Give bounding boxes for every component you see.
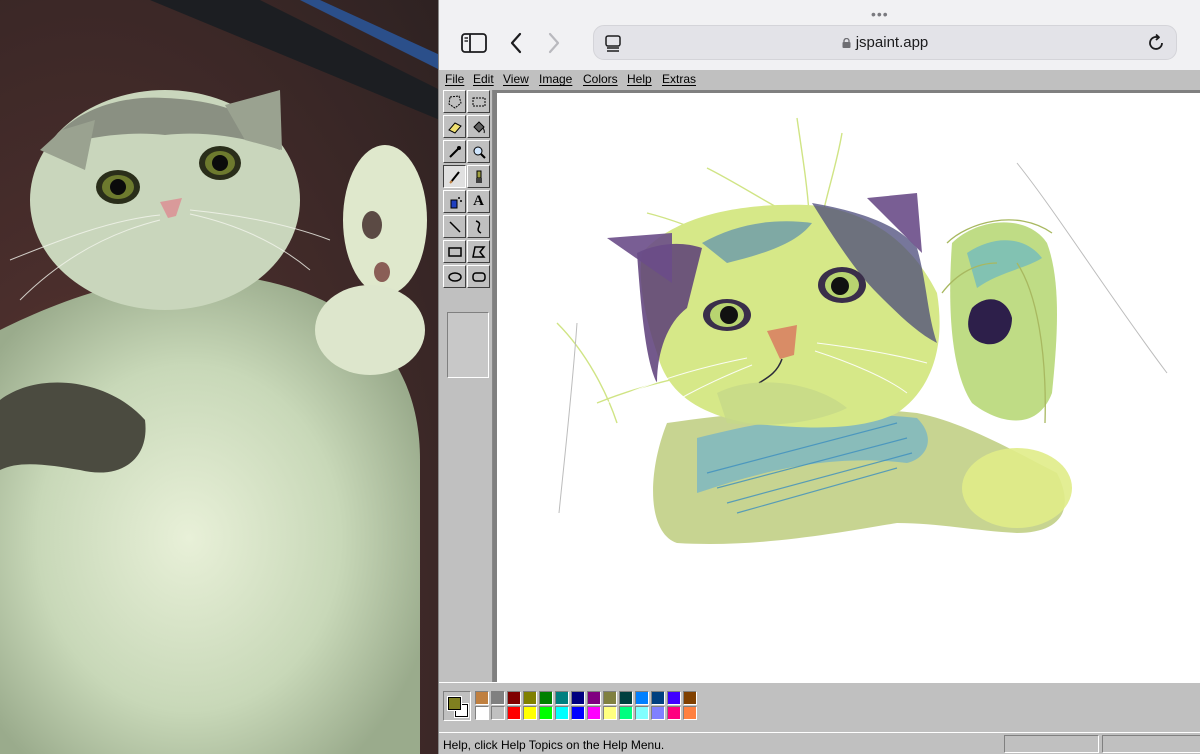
status-position-pane bbox=[1004, 735, 1099, 753]
palette-swatch[interactable] bbox=[491, 706, 505, 720]
brush-icon bbox=[475, 170, 482, 183]
palette-swatch[interactable] bbox=[619, 691, 633, 705]
palette-swatch[interactable] bbox=[571, 706, 585, 720]
menu-extras[interactable]: Extras bbox=[662, 72, 696, 86]
menu-file[interactable]: File bbox=[445, 72, 464, 86]
eraser-icon bbox=[447, 121, 462, 134]
address-bar[interactable]: jspaint.app bbox=[593, 25, 1177, 60]
sidebar-toggle-button[interactable] bbox=[459, 28, 489, 58]
rectangle-icon bbox=[447, 246, 462, 257]
eraser-tool[interactable] bbox=[443, 115, 466, 138]
fill-bucket-icon bbox=[472, 120, 485, 133]
palette-swatch[interactable] bbox=[651, 706, 665, 720]
palette-swatch[interactable] bbox=[539, 706, 553, 720]
polygon-icon bbox=[471, 245, 486, 258]
palette-swatch[interactable] bbox=[523, 691, 537, 705]
palette-swatch[interactable] bbox=[475, 706, 489, 720]
select-icon bbox=[472, 97, 485, 106]
menu-help[interactable]: Help bbox=[627, 72, 652, 86]
window-grabber[interactable]: ••• bbox=[871, 6, 889, 22]
rounded-rectangle-tool[interactable] bbox=[467, 265, 490, 288]
free-form-select-tool[interactable] bbox=[443, 90, 466, 113]
text-tool[interactable]: A bbox=[467, 190, 490, 213]
chevron-right-icon bbox=[548, 32, 560, 54]
menu-colors[interactable]: Colors bbox=[583, 72, 618, 86]
fill-tool[interactable] bbox=[467, 115, 490, 138]
canvas-area bbox=[493, 90, 1200, 682]
status-bar: Help, click Help Topics on the Help Menu… bbox=[439, 732, 1200, 754]
line-tool[interactable] bbox=[443, 215, 466, 238]
curve-icon bbox=[475, 219, 481, 234]
palette-swatch[interactable] bbox=[507, 691, 521, 705]
palette-swatch[interactable] bbox=[603, 706, 617, 720]
palette-swatch[interactable] bbox=[523, 706, 537, 720]
menu-bar: File Edit View Image Colors Help Extras bbox=[439, 70, 1200, 88]
status-text: Help, click Help Topics on the Help Menu… bbox=[443, 738, 665, 752]
palette-swatch[interactable] bbox=[667, 691, 681, 705]
palette-swatch[interactable] bbox=[603, 691, 617, 705]
browser-window: ••• jspaint.app File Edit View Image Col… bbox=[438, 0, 1200, 754]
menu-edit[interactable]: Edit bbox=[473, 72, 494, 86]
palette-swatch[interactable] bbox=[683, 706, 697, 720]
palette-swatch[interactable] bbox=[555, 706, 569, 720]
palette-swatch[interactable] bbox=[635, 706, 649, 720]
palette-swatch[interactable] bbox=[587, 691, 601, 705]
free-form-select-icon bbox=[447, 94, 462, 109]
toolbox: A bbox=[441, 90, 493, 682]
drawing-canvas[interactable] bbox=[497, 93, 1200, 682]
palette-swatch[interactable] bbox=[571, 691, 585, 705]
polygon-tool[interactable] bbox=[467, 240, 490, 263]
pick-color-tool[interactable] bbox=[443, 140, 466, 163]
palette-swatch[interactable] bbox=[507, 706, 521, 720]
menu-view[interactable]: View bbox=[503, 72, 529, 86]
cat-photo bbox=[0, 0, 440, 754]
palette-swatch[interactable] bbox=[475, 691, 489, 705]
screen: ••• jspaint.app File Edit View Image Col… bbox=[0, 0, 1200, 754]
palette-swatch[interactable] bbox=[539, 691, 553, 705]
palette-swatch[interactable] bbox=[635, 691, 649, 705]
palette-swatch[interactable] bbox=[619, 706, 633, 720]
palette-swatch[interactable] bbox=[555, 691, 569, 705]
ellipse-icon bbox=[447, 271, 462, 282]
back-button[interactable] bbox=[501, 28, 531, 58]
menu-image[interactable]: Image bbox=[539, 72, 572, 86]
palette-swatch[interactable] bbox=[667, 706, 681, 720]
palette-swatch[interactable] bbox=[651, 691, 665, 705]
url-text: jspaint.app bbox=[855, 34, 929, 51]
url-field[interactable]: jspaint.app bbox=[594, 34, 1176, 51]
current-colors[interactable] bbox=[443, 691, 471, 721]
palette-swatch[interactable] bbox=[587, 706, 601, 720]
lock-icon bbox=[842, 38, 851, 48]
palette-swatch[interactable] bbox=[491, 691, 505, 705]
magnifier-icon bbox=[473, 146, 486, 159]
forward-button[interactable] bbox=[539, 28, 569, 58]
pencil-icon bbox=[448, 170, 460, 184]
tool-options-panel[interactable] bbox=[447, 312, 489, 378]
palette-swatch[interactable] bbox=[683, 691, 697, 705]
curve-tool[interactable] bbox=[467, 215, 490, 238]
text-icon: A bbox=[473, 193, 484, 209]
sidebar-icon bbox=[461, 33, 487, 53]
color-box bbox=[439, 682, 1200, 732]
airbrush-tool[interactable] bbox=[443, 190, 466, 213]
foreground-color-swatch[interactable] bbox=[447, 696, 462, 711]
ellipse-tool[interactable] bbox=[443, 265, 466, 288]
brush-tool[interactable] bbox=[467, 165, 490, 188]
reload-icon[interactable] bbox=[1146, 33, 1166, 53]
rectangle-tool[interactable] bbox=[443, 240, 466, 263]
rounded-rectangle-icon bbox=[471, 271, 486, 282]
line-icon bbox=[448, 220, 461, 233]
eyedropper-icon bbox=[448, 145, 461, 158]
status-size-pane bbox=[1102, 735, 1200, 753]
jspaint-app: File Edit View Image Colors Help Extras bbox=[439, 70, 1200, 754]
select-tool[interactable] bbox=[467, 90, 490, 113]
pencil-tool[interactable] bbox=[443, 165, 466, 188]
magnifier-tool[interactable] bbox=[467, 140, 490, 163]
chevron-left-icon bbox=[510, 32, 522, 54]
airbrush-icon bbox=[450, 196, 462, 208]
